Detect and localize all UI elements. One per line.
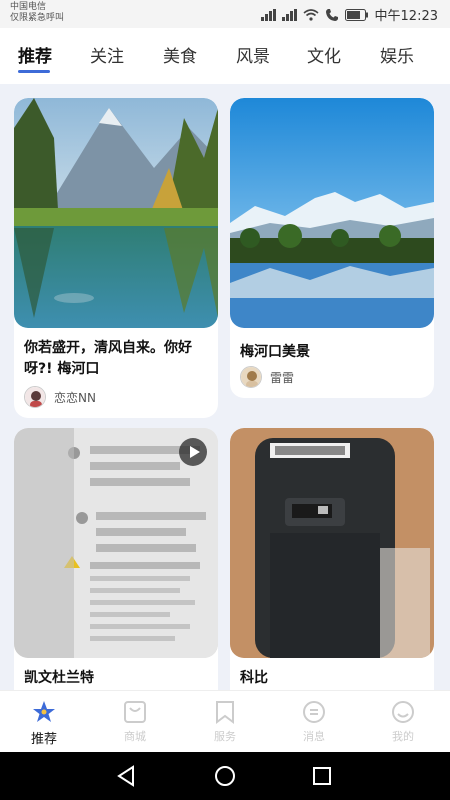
nav-label: 服务 bbox=[214, 730, 236, 743]
avatar bbox=[24, 386, 46, 408]
avatar bbox=[240, 366, 262, 388]
play-icon[interactable] bbox=[179, 438, 207, 466]
tab-recommend[interactable]: 推荐 bbox=[18, 42, 52, 67]
star-icon bbox=[31, 699, 57, 725]
feed: 你若盛开，清风自来。你好呀?! 梅河口 恋恋NN 梅河口美景 雷雷 凯文杜兰特 … bbox=[0, 84, 450, 690]
nav-label: 我的 bbox=[392, 730, 414, 743]
profile-icon bbox=[390, 699, 416, 725]
active-tab-indicator bbox=[18, 70, 50, 73]
clock: 中午12:23 bbox=[374, 9, 438, 24]
tab-entertainment[interactable]: 娱乐 bbox=[380, 42, 414, 67]
back-icon[interactable] bbox=[115, 764, 139, 788]
card-image bbox=[230, 98, 434, 328]
carrier-info: 中国电信 仅限紧急呼叫 bbox=[10, 2, 64, 24]
author-name: 雷雷 bbox=[270, 370, 295, 385]
nav-item-profile[interactable]: 我的 bbox=[373, 699, 433, 744]
carrier-name: 中国电信 bbox=[10, 2, 47, 12]
home-icon[interactable] bbox=[213, 764, 237, 788]
nav-item-message[interactable]: 消息 bbox=[284, 699, 344, 744]
bookmark-icon bbox=[212, 699, 238, 725]
feed-card[interactable]: 梅河口美景 雷雷 bbox=[230, 98, 434, 398]
carrier-status: 仅限紧急呼叫 bbox=[10, 13, 65, 23]
status-bar: 中国电信 仅限紧急呼叫 中午12:23 bbox=[0, 0, 450, 28]
battery-icon bbox=[344, 8, 368, 21]
feed-card[interactable]: 科比 bbox=[230, 428, 434, 690]
nav-item-recommend[interactable]: 推荐 bbox=[14, 699, 74, 747]
signal-icon bbox=[260, 8, 276, 21]
nav-label: 消息 bbox=[303, 730, 325, 743]
nav-label: 推荐 bbox=[30, 732, 57, 747]
nav-label: 商城 bbox=[124, 730, 146, 743]
category-tabs: 推荐 关注 美食 风景 文化 娱乐 bbox=[0, 28, 450, 84]
phone-icon bbox=[325, 8, 338, 21]
status-icons: 中午12:23 bbox=[260, 5, 438, 24]
nav-item-mall[interactable]: 商城 bbox=[105, 699, 165, 744]
card-image bbox=[14, 98, 218, 328]
feed-card[interactable]: 你若盛开，清风自来。你好呀?! 梅河口 恋恋NN bbox=[14, 98, 218, 418]
tab-scenery[interactable]: 风景 bbox=[236, 42, 270, 67]
signal-icon-2 bbox=[281, 8, 297, 21]
tab-food[interactable]: 美食 bbox=[163, 42, 197, 67]
tab-culture[interactable]: 文化 bbox=[307, 42, 341, 67]
author-name: 恋恋NN bbox=[54, 390, 96, 405]
wifi-icon bbox=[303, 8, 319, 21]
feed-card[interactable]: 凯文杜兰特 bbox=[14, 428, 218, 690]
card-author[interactable]: 雷雷 bbox=[240, 366, 294, 388]
nav-item-service[interactable]: 服务 bbox=[195, 699, 255, 744]
card-title: 梅河口美景 bbox=[240, 344, 310, 360]
recents-icon[interactable] bbox=[310, 764, 334, 788]
card-image bbox=[230, 428, 434, 658]
card-title: 科比 bbox=[240, 670, 268, 686]
bottom-nav: 推荐 商城 服务 消息 我的 bbox=[0, 690, 450, 752]
mall-icon bbox=[122, 699, 148, 725]
system-nav-bar bbox=[0, 752, 450, 800]
card-author[interactable]: 恋恋NN bbox=[24, 386, 96, 408]
message-icon bbox=[301, 699, 327, 725]
card-title: 凯文杜兰特 bbox=[24, 670, 94, 686]
card-title: 你若盛开，清风自来。你好呀?! 梅河口 bbox=[24, 340, 192, 377]
tab-follow[interactable]: 关注 bbox=[90, 42, 124, 67]
